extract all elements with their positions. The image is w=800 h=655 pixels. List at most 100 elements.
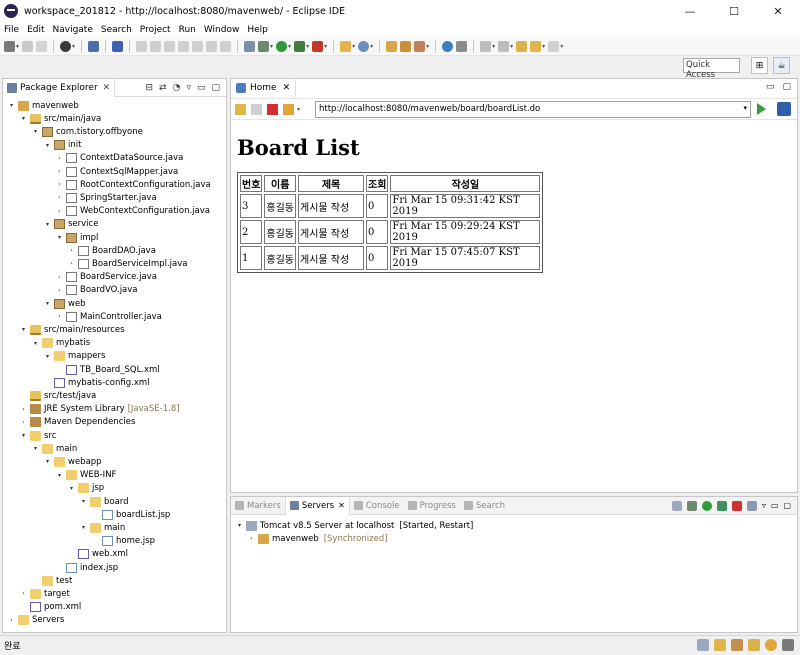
tree-item[interactable]: mybatis-config.xml (43, 376, 150, 389)
java-ee-perspective-button[interactable]: ☕ (773, 57, 790, 74)
expand-toggle-icon[interactable]: ▾ (31, 128, 40, 135)
tree-item[interactable]: › BoardServiceImpl.java (67, 257, 187, 270)
open-type-icon[interactable] (386, 40, 398, 52)
lock-icon[interactable] (748, 639, 760, 651)
view-menu-icon[interactable]: ▿ (762, 501, 766, 510)
menu-project[interactable]: Project (136, 25, 175, 35)
save-icon[interactable] (22, 40, 34, 52)
menu-file[interactable]: File (0, 25, 23, 35)
expand-toggle-icon[interactable]: ▾ (19, 115, 28, 122)
minimize-button[interactable]: — (668, 0, 712, 22)
editor-tab-home[interactable]: Home ✕ (231, 79, 297, 97)
coverage-icon[interactable] (294, 40, 306, 52)
step-into-icon[interactable] (192, 40, 204, 52)
new-icon[interactable] (4, 40, 15, 52)
expand-toggle-icon[interactable]: ▾ (55, 472, 64, 479)
tree-item[interactable]: › BoardService.java (55, 271, 157, 284)
tree-item[interactable]: › BoardVO.java (55, 284, 138, 297)
expand-toggle-icon[interactable]: › (19, 406, 28, 413)
update-icon[interactable] (697, 639, 709, 651)
expand-toggle-icon[interactable]: ▾ (31, 340, 40, 347)
minimize-view-icon[interactable]: ▭ (197, 83, 206, 93)
expand-toggle-icon[interactable]: ▾ (31, 445, 40, 452)
last-edit-icon[interactable] (516, 40, 528, 52)
more-icon[interactable] (782, 639, 794, 651)
expand-toggle-icon[interactable]: ▾ (43, 300, 52, 307)
tree-item[interactable]: ▾ web (43, 297, 86, 310)
run-icon[interactable] (276, 40, 288, 52)
expand-toggle-icon[interactable]: › (55, 208, 64, 215)
url-dropdown-icon[interactable]: ▾ (743, 104, 747, 112)
forward-arrow-icon[interactable] (251, 103, 262, 115)
suspend-icon[interactable] (150, 40, 162, 52)
start-server-icon[interactable] (701, 500, 712, 511)
next-annotation-icon[interactable] (480, 40, 492, 52)
tree-item[interactable]: ▾ com.tistory.offbyone (31, 125, 143, 138)
expand-toggle-icon[interactable]: ▾ (19, 432, 28, 439)
tree-item[interactable]: src/test/java (19, 389, 96, 402)
tab-search[interactable]: Search (460, 497, 509, 515)
tab-servers[interactable]: Servers ✕ (284, 496, 350, 515)
tree-item[interactable]: home.jsp (91, 535, 155, 548)
tree-item[interactable]: test (31, 574, 72, 587)
maximize-view-icon[interactable]: ▢ (783, 501, 791, 510)
menu-run[interactable]: Run (175, 25, 200, 35)
external-tools-icon[interactable] (312, 40, 324, 52)
refresh-dropdown-icon[interactable]: ▾ (297, 106, 300, 113)
close-button[interactable]: ✕ (756, 0, 800, 22)
browser-icon[interactable] (442, 40, 454, 52)
expand-toggle-icon[interactable]: ▾ (7, 102, 16, 109)
collapse-icon[interactable] (671, 500, 682, 511)
tree-item[interactable]: ▾ src/main/java (19, 112, 101, 125)
expand-toggle-icon[interactable]: › (55, 194, 64, 201)
menu-window[interactable]: Window (200, 25, 244, 35)
expand-icon[interactable]: › (247, 535, 256, 542)
new-class-icon[interactable] (358, 40, 370, 52)
url-input[interactable]: http://localhost:8080/mavenweb/board/boa… (315, 101, 751, 118)
previous-annotation-icon[interactable] (498, 40, 510, 52)
skip-breakpoints-icon[interactable] (112, 40, 124, 52)
tree-item[interactable]: ▾ mybatis (31, 337, 90, 350)
tree-item[interactable]: ▾ mavenweb (7, 99, 79, 112)
tree-item[interactable]: › Servers (7, 614, 64, 627)
tree-item[interactable]: ▾ service (43, 218, 98, 231)
new-java-project-icon[interactable] (340, 40, 352, 52)
back-arrow-icon[interactable] (235, 103, 246, 115)
maximize-editor-icon[interactable]: ▢ (782, 82, 791, 92)
tree-item[interactable]: › ContextSqlMapper.java (55, 165, 178, 178)
tree-item[interactable]: boardList.jsp (91, 508, 170, 521)
menu-navigate[interactable]: Navigate (49, 25, 97, 35)
stop-icon[interactable] (267, 103, 278, 115)
open-task-icon[interactable] (400, 40, 412, 52)
profile-server-icon[interactable] (716, 500, 727, 511)
expand-toggle-icon[interactable]: › (67, 247, 76, 254)
maximize-view-icon[interactable]: ▢ (211, 83, 220, 93)
expand-toggle-icon[interactable]: › (55, 155, 64, 162)
expand-toggle-icon[interactable]: ▾ (67, 485, 76, 492)
tree-item[interactable]: ▾ WEB-INF (55, 469, 116, 482)
quick-access-field[interactable]: Quick Access (683, 58, 740, 80)
server-row[interactable]: ▾ Tomcat v8.5 Server at localhost [Start… (235, 519, 473, 532)
java-icon[interactable] (731, 639, 743, 651)
view-menu-icon[interactable]: ▿ (186, 83, 191, 93)
expand-toggle-icon[interactable]: › (19, 590, 28, 597)
maximize-button[interactable]: ☐ (712, 0, 756, 22)
server-module-row[interactable]: › mavenweb [Synchronized] (247, 532, 388, 545)
tree-item[interactable]: ▾ src/main/resources (19, 323, 125, 336)
step-over-icon[interactable] (206, 40, 218, 52)
tree-item[interactable]: ▾ main (31, 442, 77, 455)
collapse-all-icon[interactable]: ⊟ (145, 83, 153, 93)
close-icon[interactable]: ✕ (283, 83, 291, 93)
menu-help[interactable]: Help (243, 25, 272, 35)
tree-item[interactable]: ▾ impl (55, 231, 98, 244)
tree-item[interactable]: › MainController.java (55, 310, 162, 323)
resume-icon[interactable] (136, 40, 148, 52)
expand-toggle-icon[interactable]: ▾ (55, 234, 64, 241)
tree-item[interactable]: › ContextDataSource.java (55, 152, 183, 165)
stop-server-icon[interactable] (731, 500, 742, 511)
expand-icon[interactable]: ▾ (235, 522, 244, 529)
expand-toggle-icon[interactable]: ▾ (79, 524, 88, 531)
expand-toggle-icon[interactable]: ▾ (43, 142, 52, 149)
expand-toggle-icon[interactable]: › (19, 419, 28, 426)
expand-toggle-icon[interactable]: › (7, 617, 16, 624)
